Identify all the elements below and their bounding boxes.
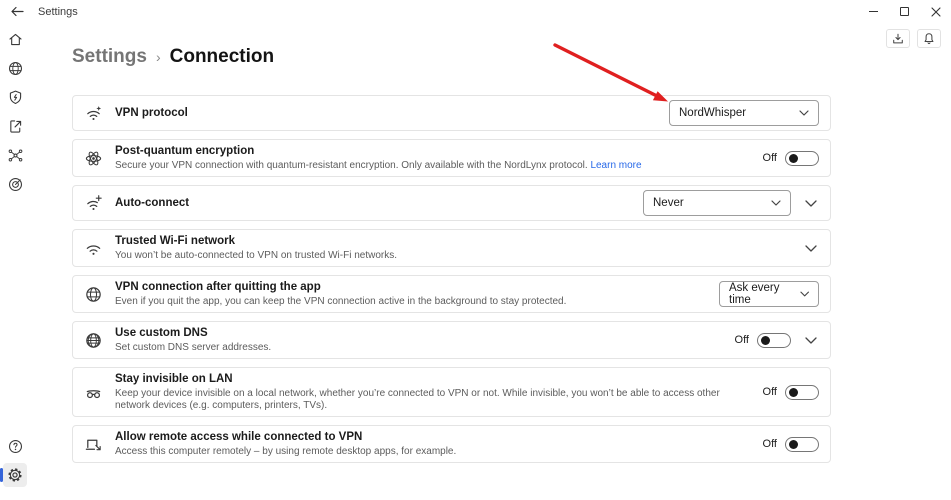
bell-icon (923, 32, 935, 45)
close-icon (931, 7, 941, 17)
toggle-state-label: Off (763, 386, 777, 398)
target-icon (7, 176, 24, 193)
maximize-button[interactable] (889, 0, 920, 23)
meshnet-icon (7, 147, 24, 164)
vpn-protocol-dropdown[interactable]: NordWhisper (669, 100, 819, 126)
chevron-down-icon (771, 200, 781, 206)
setting-title: Allow remote access while connected to V… (115, 430, 751, 444)
top-actions (886, 29, 941, 48)
setting-subtitle: You won’t be auto-connected to VPN on tr… (115, 250, 791, 262)
setting-title: Stay invisible on LAN (115, 372, 751, 386)
globe-icon (83, 284, 103, 304)
dropdown-value: Never (653, 197, 684, 209)
chevron-down-icon (805, 200, 817, 207)
close-button[interactable] (920, 0, 951, 23)
setting-title: Use custom DNS (115, 326, 723, 340)
arrow-left-icon (11, 6, 24, 17)
sidebar-item-home[interactable] (3, 27, 27, 51)
expand-button[interactable] (803, 240, 819, 256)
wifi-plus-icon (83, 193, 103, 213)
setting-subtitle: Access this computer remotely – by using… (115, 446, 751, 458)
sidebar-item-settings[interactable] (3, 463, 27, 487)
remote-access-toggle[interactable] (785, 437, 819, 452)
toggle-state-label: Off (735, 334, 749, 346)
setting-title: VPN protocol (115, 106, 657, 120)
setting-title: Post-quantum encryption (115, 144, 751, 158)
vpn-after-quit-dropdown[interactable]: Ask every time (719, 281, 819, 307)
chevron-down-icon (799, 110, 809, 116)
chevron-down-icon (805, 245, 817, 252)
minimize-button[interactable] (858, 0, 889, 23)
setting-subtitle: Keep your device invisible on a local ne… (115, 388, 751, 412)
expand-button[interactable] (803, 195, 819, 211)
dropdown-value: Ask every time (729, 282, 800, 306)
dropdown-value: NordWhisper (679, 107, 746, 119)
atom-icon (83, 148, 103, 168)
toggle-knob (789, 388, 798, 397)
toggle-knob (789, 440, 798, 449)
expand-button[interactable] (803, 332, 819, 348)
settings-list: VPN protocol NordWhisper Post-qua (72, 95, 831, 463)
minimize-icon (869, 11, 878, 12)
row-auto-connect: Auto-connect Never (72, 185, 831, 221)
auto-connect-dropdown[interactable]: Never (643, 190, 791, 216)
download-icon (892, 33, 904, 45)
gear-icon (6, 466, 24, 484)
toggle-state-label: Off (763, 152, 777, 164)
back-button[interactable] (4, 0, 30, 23)
setting-title: Auto-connect (115, 196, 631, 210)
sidebar-item-threat-protection[interactable] (3, 85, 27, 109)
home-icon (7, 31, 24, 48)
setting-title: VPN connection after quitting the app (115, 280, 707, 294)
sidebar-item-help[interactable] (3, 434, 27, 458)
setting-subtitle: Even if you quit the app, you can keep t… (115, 296, 707, 308)
custom-dns-toggle[interactable] (757, 333, 791, 348)
sidebar-item-file-share[interactable] (3, 114, 27, 138)
row-post-quantum: Post-quantum encryption Secure your VPN … (72, 139, 831, 177)
row-invisible-lan: Stay invisible on LAN Keep your device i… (72, 367, 831, 417)
download-button[interactable] (886, 29, 910, 48)
toggle-knob (761, 336, 770, 345)
sidebar-item-dedicated-ip[interactable] (3, 172, 27, 196)
notifications-button[interactable] (917, 29, 941, 48)
toggle-state-label: Off (763, 438, 777, 450)
chevron-down-icon (805, 337, 817, 344)
main-content: Settings › Connection VPN protocol NordW… (30, 23, 951, 500)
titlebar: Settings (0, 0, 951, 23)
row-trusted-wifi: Trusted Wi-Fi network You won’t be auto-… (72, 229, 831, 267)
chevron-down-icon (800, 291, 809, 297)
toggle-knob (789, 154, 798, 163)
learn-more-link[interactable]: Learn more (590, 160, 641, 171)
invisible-lan-toggle[interactable] (785, 385, 819, 400)
wifi-icon (83, 238, 103, 258)
setting-title: Trusted Wi-Fi network (115, 234, 791, 248)
subtitle-text: Secure your VPN connection with quantum-… (115, 160, 588, 171)
page-title: Connection (170, 46, 275, 68)
shield-bolt-icon (7, 89, 24, 106)
breadcrumb: Settings › Connection (72, 46, 951, 68)
maximize-icon (900, 7, 909, 16)
active-indicator (0, 468, 3, 482)
setting-subtitle: Set custom DNS server addresses. (115, 342, 723, 354)
setting-subtitle: Secure your VPN connection with quantum-… (115, 160, 751, 172)
breadcrumb-settings[interactable]: Settings (72, 46, 147, 68)
laptop-arrow-icon (83, 434, 103, 454)
wifi-sparkle-icon (83, 103, 103, 123)
window-title: Settings (38, 6, 78, 18)
globe-grid-icon (83, 330, 103, 350)
incognito-icon (83, 382, 103, 402)
sidebar-item-servers[interactable] (3, 56, 27, 80)
help-icon (7, 438, 24, 455)
file-arrow-icon (7, 118, 24, 135)
row-remote-access: Allow remote access while connected to V… (72, 425, 831, 463)
post-quantum-toggle[interactable] (785, 151, 819, 166)
breadcrumb-separator: › (156, 49, 161, 65)
row-vpn-protocol: VPN protocol NordWhisper (72, 95, 831, 131)
row-vpn-after-quit: VPN connection after quitting the app Ev… (72, 275, 831, 313)
sidebar (0, 23, 30, 500)
sidebar-item-meshnet[interactable] (3, 143, 27, 167)
globe-icon (7, 60, 24, 77)
row-custom-dns: Use custom DNS Set custom DNS server add… (72, 321, 831, 359)
